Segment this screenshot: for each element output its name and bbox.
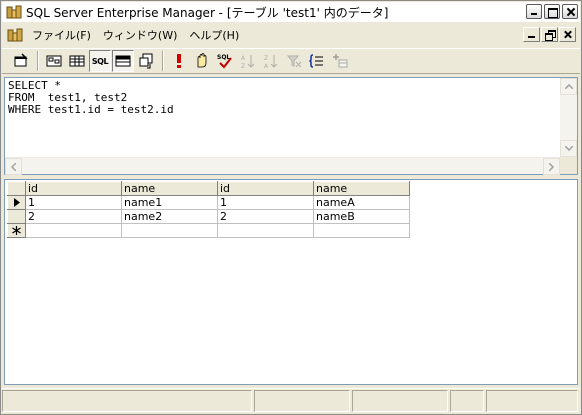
column-header-name[interactable]: name bbox=[313, 181, 410, 196]
add-table-button[interactable] bbox=[329, 50, 351, 72]
grid-cell[interactable]: 1 bbox=[25, 195, 122, 210]
status-bar bbox=[2, 388, 580, 412]
sql-editor[interactable]: SELECT * FROM test1, test2 WHERE test1.i… bbox=[8, 80, 174, 116]
grid-cell[interactable]: name1 bbox=[121, 195, 218, 210]
show-results-pane-button[interactable] bbox=[112, 50, 134, 72]
sql-horizontal-scrollbar[interactable] bbox=[5, 157, 577, 175]
document-window-icon[interactable] bbox=[7, 27, 23, 43]
current-row-arrow-icon bbox=[13, 198, 20, 207]
menu-bar: ファイル(F) ウィンドウ(W) ヘルプ(H) bbox=[2, 24, 580, 46]
query-type-icon bbox=[139, 53, 153, 69]
add-table-icon bbox=[333, 54, 348, 68]
grid-cell[interactable]: 2 bbox=[217, 209, 314, 224]
maximize-button[interactable] bbox=[544, 4, 560, 19]
properties-button[interactable] bbox=[10, 50, 32, 72]
svg-text:Z: Z bbox=[241, 63, 245, 69]
window-title: SQL Server Enterprise Manager - [テーブル 't… bbox=[26, 5, 389, 20]
column-header-id[interactable]: id bbox=[217, 181, 314, 196]
verify-sql-button[interactable]: SQL bbox=[214, 50, 236, 72]
group-by-icon bbox=[309, 54, 323, 68]
table-row[interactable]: 1 name1 1 nameA bbox=[7, 195, 410, 210]
cancel-query-icon bbox=[197, 53, 207, 68]
row-selector[interactable] bbox=[7, 209, 26, 224]
document-restore-button[interactable] bbox=[541, 27, 558, 42]
row-selector[interactable] bbox=[7, 223, 26, 238]
status-panel bbox=[450, 390, 484, 412]
enterprise-manager-icon bbox=[6, 4, 22, 20]
chevron-up-icon bbox=[564, 84, 573, 89]
column-header-id[interactable]: id bbox=[25, 181, 122, 196]
sort-ascending-button[interactable]: A Z bbox=[237, 50, 259, 72]
svg-text:A: A bbox=[241, 55, 246, 62]
scroll-right-button[interactable] bbox=[543, 158, 560, 175]
properties-icon bbox=[14, 53, 28, 67]
show-diagram-pane-button[interactable] bbox=[43, 50, 65, 72]
sort-ascending-icon: A Z bbox=[241, 55, 255, 69]
chevron-right-icon bbox=[549, 162, 554, 171]
grid-cell[interactable]: nameA bbox=[313, 195, 410, 210]
menu-help[interactable]: ヘルプ(H) bbox=[183, 27, 245, 43]
results-pane-icon bbox=[115, 55, 131, 67]
app-window: SQL Server Enterprise Manager - [テーブル 't… bbox=[0, 0, 582, 415]
status-panel bbox=[352, 390, 448, 412]
new-row-asterisk-icon bbox=[12, 226, 21, 235]
menu-window[interactable]: ウィンドウ(W) bbox=[97, 27, 183, 43]
grid-cell[interactable] bbox=[25, 223, 122, 238]
svg-text:A: A bbox=[264, 63, 269, 69]
query-toolbar: SQL SQL A Z Z A bbox=[2, 48, 580, 74]
group-by-button[interactable] bbox=[306, 50, 328, 72]
run-exclamation-icon bbox=[177, 54, 181, 68]
chevron-down-icon bbox=[564, 146, 573, 151]
document-minimize-button[interactable] bbox=[523, 27, 540, 42]
grid-cell[interactable] bbox=[217, 223, 314, 238]
chevron-left-icon bbox=[11, 162, 16, 171]
scroll-up-button[interactable] bbox=[560, 78, 577, 95]
svg-text:Z: Z bbox=[264, 55, 268, 62]
cancel-query-button[interactable] bbox=[191, 50, 213, 72]
status-panel bbox=[486, 390, 578, 412]
show-grid-pane-button[interactable] bbox=[66, 50, 88, 72]
document-close-button[interactable] bbox=[559, 27, 576, 42]
grid-cell[interactable]: name2 bbox=[121, 209, 218, 224]
sql-pane-label: SQL bbox=[91, 56, 109, 66]
column-header-name[interactable]: name bbox=[121, 181, 218, 196]
minimize-button[interactable] bbox=[526, 4, 542, 19]
results-pane: id name id name 1 name1 1 nameA 2 name2 … bbox=[4, 179, 578, 385]
grid-header-row: id name id name bbox=[7, 181, 410, 196]
table-row[interactable]: 2 name2 2 nameB bbox=[7, 209, 410, 224]
sql-pane[interactable]: SELECT * FROM test1, test2 WHERE test1.i… bbox=[4, 77, 578, 175]
window-controls bbox=[526, 4, 578, 19]
sort-descending-button[interactable]: Z A bbox=[260, 50, 282, 72]
menu-file[interactable]: ファイル(F) bbox=[26, 27, 97, 43]
diagram-pane-icon bbox=[46, 55, 62, 67]
results-grid: id name id name 1 name1 1 nameA 2 name2 … bbox=[7, 181, 410, 238]
grid-pane-icon bbox=[69, 55, 85, 67]
sort-descending-icon: Z A bbox=[264, 55, 278, 69]
new-row[interactable] bbox=[7, 223, 410, 238]
toolbar-separator bbox=[37, 51, 39, 71]
sql-vertical-scrollbar[interactable] bbox=[560, 78, 577, 157]
remove-filter-icon bbox=[286, 55, 302, 68]
row-selector[interactable] bbox=[7, 195, 26, 210]
grid-cell[interactable] bbox=[121, 223, 218, 238]
grid-cell[interactable]: 1 bbox=[217, 195, 314, 210]
grid-corner-cell[interactable] bbox=[7, 181, 26, 196]
scroll-down-button[interactable] bbox=[560, 140, 577, 157]
scroll-left-button[interactable] bbox=[5, 158, 22, 175]
show-sql-pane-button[interactable]: SQL bbox=[89, 50, 111, 72]
remove-filter-button[interactable] bbox=[283, 50, 305, 72]
change-query-type-button[interactable] bbox=[135, 50, 157, 72]
grid-cell[interactable] bbox=[313, 223, 410, 238]
document-window-controls bbox=[523, 27, 576, 42]
status-panel bbox=[254, 390, 350, 412]
toolbar-separator bbox=[162, 51, 164, 71]
scrollbar-corner bbox=[560, 157, 577, 174]
run-button[interactable] bbox=[168, 50, 190, 72]
status-panel bbox=[2, 390, 252, 412]
grid-cell[interactable]: 2 bbox=[25, 209, 122, 224]
verify-sql-icon: SQL bbox=[217, 54, 232, 69]
close-button[interactable] bbox=[562, 4, 578, 19]
grid-cell[interactable]: nameB bbox=[313, 209, 410, 224]
title-bar: SQL Server Enterprise Manager - [テーブル 't… bbox=[2, 2, 580, 22]
